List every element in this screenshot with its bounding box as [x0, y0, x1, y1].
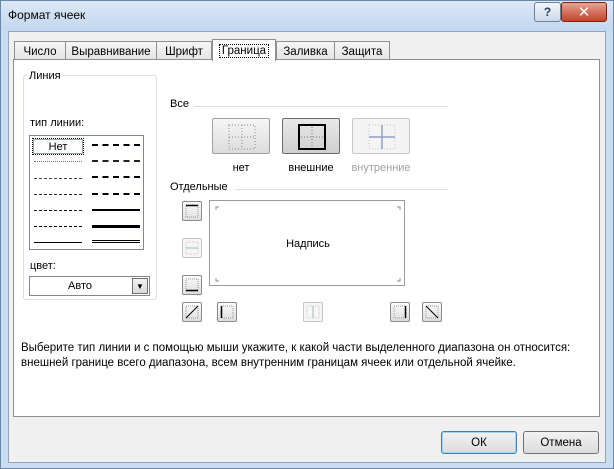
individual-separator [235, 189, 448, 190]
preset-none-label: нет [232, 162, 250, 174]
diagonal-up-icon [185, 305, 199, 319]
line-style-dash-dot-dot[interactable] [34, 194, 82, 195]
line-style-medium-dashed[interactable] [92, 193, 140, 195]
tab-font[interactable]: Шрифт [156, 41, 212, 61]
individual-title: Отдельные [170, 181, 228, 193]
dialog-body: Число Выравнивание Шрифт Граница Заливка… [8, 31, 606, 463]
tab-label: Шрифт [165, 45, 203, 58]
border-bottom-icon [185, 278, 199, 292]
tab-label: Защита [341, 45, 383, 58]
line-color-label: цвет: [30, 260, 56, 272]
border-inside-vertical-icon [306, 305, 320, 319]
line-style-dotted[interactable] [34, 178, 82, 179]
line-style-thick[interactable] [92, 225, 140, 228]
border-preview[interactable]: Надпись [209, 200, 405, 286]
line-style-medium[interactable] [92, 209, 140, 211]
cancel-button[interactable]: Отмена [523, 431, 599, 454]
border-top-icon [185, 204, 199, 218]
line-style-dashed[interactable] [34, 226, 82, 227]
border-left-button[interactable] [217, 302, 237, 322]
tab-fill[interactable]: Заливка [276, 41, 335, 61]
line-group-title: Линия [27, 70, 63, 82]
border-right-button[interactable] [390, 302, 410, 322]
close-button[interactable]: ✕ [561, 2, 607, 22]
preview-text: Надпись [286, 238, 330, 250]
line-color-dropdown[interactable]: Авто ▼ [29, 276, 150, 296]
line-style-hair[interactable] [34, 161, 82, 162]
border-inside-icon [368, 124, 396, 150]
preset-none-button[interactable] [212, 118, 270, 154]
chevron-down-icon[interactable]: ▼ [132, 278, 148, 294]
tab-protection[interactable]: Защита [334, 41, 390, 61]
help-button[interactable]: ? [534, 2, 561, 22]
tab-label: Граница [218, 43, 270, 58]
border-tab-panel: Линия тип линии: Нет цвет: Авто ▼ Все не… [13, 59, 600, 417]
border-top-button[interactable] [182, 201, 202, 221]
border-inside-horizontal-button[interactable] [182, 238, 202, 258]
title-bar[interactable]: Формат ячеек ? ✕ [1, 1, 613, 31]
tab-number[interactable]: Число [14, 41, 66, 61]
line-style-label: тип линии: [30, 117, 85, 129]
border-diagonal-up-button[interactable] [182, 302, 202, 322]
line-color-value: Авто [68, 280, 92, 292]
tab-label: Выравнивание [71, 45, 151, 58]
border-diagonal-down-button[interactable] [422, 302, 442, 322]
dialog-title: Формат ячеек [8, 8, 86, 22]
preset-inside-button[interactable] [352, 118, 410, 154]
border-inside-vertical-button[interactable] [303, 302, 323, 322]
tab-border[interactable]: Граница [212, 39, 276, 61]
line-style-dash-dot[interactable] [34, 210, 82, 211]
preset-outline-label: внешние [288, 162, 334, 174]
line-style-none-label: Нет [48, 140, 68, 153]
border-none-icon [228, 124, 256, 150]
description-text: Выберите тип линии и с помощью мыши укаж… [21, 342, 571, 369]
preset-outline-button[interactable] [282, 118, 340, 154]
line-style-none[interactable]: Нет [32, 138, 84, 155]
border-right-icon [393, 305, 407, 319]
diagonal-down-icon [425, 305, 439, 319]
presets-title: Все [170, 98, 189, 110]
border-left-icon [220, 305, 234, 319]
format-cells-dialog: Формат ячеек ? ✕ Число Выравнивание Шриф… [0, 0, 614, 469]
line-style-medium-dash-dot[interactable] [92, 176, 140, 178]
tab-label: Число [23, 45, 57, 58]
line-style-thin[interactable] [34, 242, 82, 243]
tab-alignment[interactable]: Выравнивание [65, 41, 157, 61]
line-style-list[interactable]: Нет [29, 135, 144, 250]
preset-inside-label: внутренние [351, 162, 411, 174]
presets-separator [194, 106, 448, 107]
line-style-medium-dash-dot-dot[interactable] [92, 144, 140, 146]
border-outline-icon [298, 124, 326, 150]
border-inside-horizontal-icon [185, 241, 199, 255]
line-style-slant-dash-dot[interactable] [92, 160, 140, 162]
tab-label: Заливка [283, 45, 328, 58]
ok-button[interactable]: ОК [441, 431, 517, 454]
line-style-double[interactable] [92, 240, 140, 243]
border-bottom-button[interactable] [182, 275, 202, 295]
